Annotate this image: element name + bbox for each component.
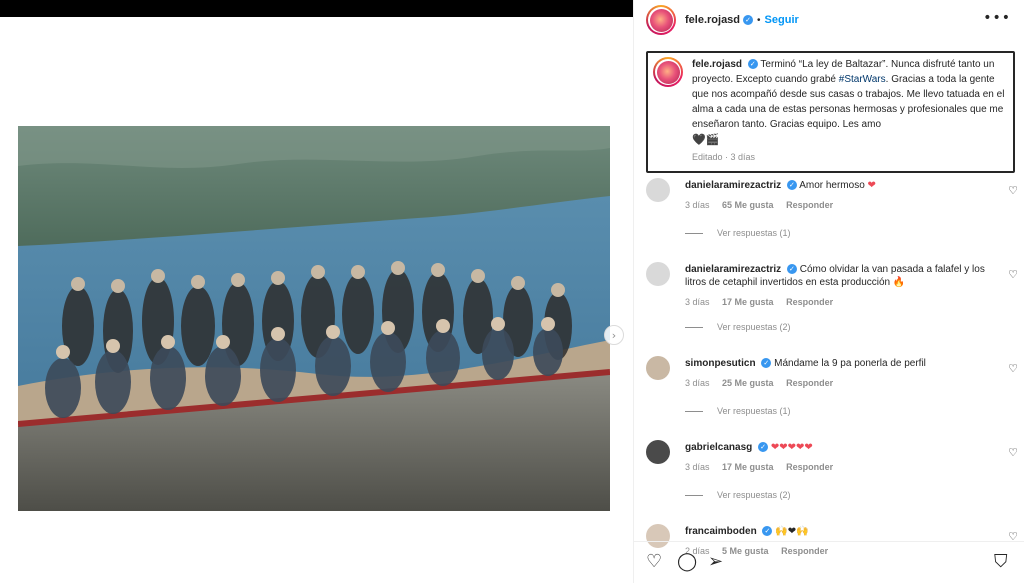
comment-text: Amor hermoso xyxy=(799,180,868,191)
post-header: fele.rojasd ✓ • Seguir ••• xyxy=(634,0,1024,40)
verified-badge-icon: ✓ xyxy=(743,15,754,25)
comment-likes[interactable]: 17 Me gusta xyxy=(722,297,774,307)
commenter-username[interactable]: danielaramirezactriz xyxy=(685,264,781,275)
commenter-username[interactable]: simonpesuticn xyxy=(685,358,756,369)
commenter-username[interactable]: gabrielcanasg xyxy=(685,442,752,453)
next-media-arrow-icon[interactable]: › xyxy=(604,325,624,345)
verified-badge-icon: ✓ xyxy=(747,59,758,70)
reply-button[interactable]: Responder xyxy=(786,200,833,210)
verified-badge-icon: ✓ xyxy=(786,264,797,275)
post-action-bar: ♡ ◯ ➢ ⛉ xyxy=(634,541,1024,583)
comment-like-heart-icon[interactable]: ♡ xyxy=(1008,362,1018,375)
caption-username[interactable]: fele.rojasd xyxy=(692,59,742,70)
comment-item: danielaramirezactriz ✓ Amor hermoso ❤ 3 … xyxy=(646,174,1018,218)
separator-dot: • xyxy=(757,14,761,26)
view-replies-link[interactable]: Ver respuestas (1) xyxy=(685,398,1018,424)
caption-body: fele.rojasd ✓ Terminó “La ley de Baltaza… xyxy=(692,57,1005,171)
author-avatar[interactable] xyxy=(646,5,676,35)
post-side-panel: fele.rojasd ✓ • Seguir ••• fele.rojasd ✓… xyxy=(633,0,1024,583)
reply-button[interactable]: Responder xyxy=(786,297,833,307)
comment-meta: 3 días 17 Me gusta Responder xyxy=(685,461,985,474)
instagram-post-view: › fele.rojasd ✓ • Seguir ••• fele.rojasd… xyxy=(0,0,1024,583)
group-photo-illustration xyxy=(18,126,610,511)
view-replies-link[interactable]: Ver respuestas (2) xyxy=(685,314,1018,340)
verified-badge-icon: ✓ xyxy=(762,526,773,537)
comment-item: gabrielcanasg ✓ ❤❤❤❤❤ 3 días 17 Me gusta… xyxy=(646,436,1018,480)
comment-emoji: 🔥 xyxy=(892,277,906,288)
view-replies-link[interactable]: Ver respuestas (1) xyxy=(685,220,1018,246)
commenter-avatar[interactable] xyxy=(646,178,670,202)
more-options-icon[interactable]: ••• xyxy=(983,10,1011,26)
reply-button[interactable]: Responder xyxy=(786,378,833,388)
commenter-avatar[interactable] xyxy=(646,440,670,464)
comment-time[interactable]: 3 días xyxy=(685,462,710,472)
comment-like-heart-icon[interactable]: ♡ xyxy=(1008,446,1018,459)
comment-bubble-icon[interactable]: ◯ xyxy=(677,551,697,572)
view-replies-link[interactable]: Ver respuestas (2) xyxy=(685,482,1018,508)
verified-badge-icon: ✓ xyxy=(758,442,769,453)
commenter-username[interactable]: danielaramirezactriz xyxy=(685,180,781,191)
comment-time[interactable]: 3 días xyxy=(685,200,710,210)
comment-like-heart-icon[interactable]: ♡ xyxy=(1008,184,1018,197)
comment-emoji: ❤ xyxy=(867,180,876,191)
verified-badge-icon: ✓ xyxy=(761,358,772,369)
comment-meta: 3 días 25 Me gusta Responder xyxy=(685,377,985,390)
save-bookmark-icon[interactable]: ⛉ xyxy=(994,551,1008,572)
comment-meta: 3 días 17 Me gusta Responder xyxy=(685,296,985,309)
commenter-avatar[interactable] xyxy=(646,356,670,380)
caption-hashtag-link[interactable]: #StarWars xyxy=(839,74,886,85)
comment-likes[interactable]: 65 Me gusta xyxy=(722,200,774,210)
comment-likes[interactable]: 17 Me gusta xyxy=(722,462,774,472)
comment-like-heart-icon[interactable]: ♡ xyxy=(1008,268,1018,281)
comment-likes[interactable]: 25 Me gusta xyxy=(722,378,774,388)
like-heart-icon[interactable]: ♡ xyxy=(646,551,662,572)
comment-item: simonpesuticn ✓ Mándame la 9 pa ponerla … xyxy=(646,352,1018,396)
comment-emoji: 🙌❤🙌 xyxy=(775,526,809,537)
author-username[interactable]: fele.rojasd xyxy=(685,14,740,26)
comment-text: Mándame la 9 pa ponerla de perfil xyxy=(774,358,926,369)
caption-avatar[interactable] xyxy=(653,57,683,87)
comments-list: danielaramirezactriz ✓ Amor hermoso ❤ 3 … xyxy=(646,174,1018,560)
post-photo[interactable] xyxy=(18,126,610,511)
top-bar xyxy=(0,0,633,17)
commenter-avatar[interactable] xyxy=(646,262,670,286)
comment-item: danielaramirezactriz ✓ Cómo olvidar la v… xyxy=(646,258,1018,312)
reply-button[interactable]: Responder xyxy=(786,462,833,472)
comment-meta: 3 días 65 Me gusta Responder xyxy=(685,199,985,212)
caption-edited-timestamp: Editado · 3 días xyxy=(692,152,756,162)
share-paper-plane-icon[interactable]: ➢ xyxy=(708,551,723,572)
comment-time[interactable]: 3 días xyxy=(685,297,710,307)
comment-time[interactable]: 3 días xyxy=(685,378,710,388)
verified-badge-icon: ✓ xyxy=(786,180,797,191)
post-caption: fele.rojasd ✓ Terminó “La ley de Baltaza… xyxy=(646,51,1015,173)
media-pane: › xyxy=(0,0,633,583)
follow-button[interactable]: Seguir xyxy=(765,14,799,26)
comment-emoji: ❤❤❤❤❤ xyxy=(770,442,813,453)
commenter-username[interactable]: francaimboden xyxy=(685,526,757,537)
caption-emojis: 🖤🎬 xyxy=(692,133,720,146)
